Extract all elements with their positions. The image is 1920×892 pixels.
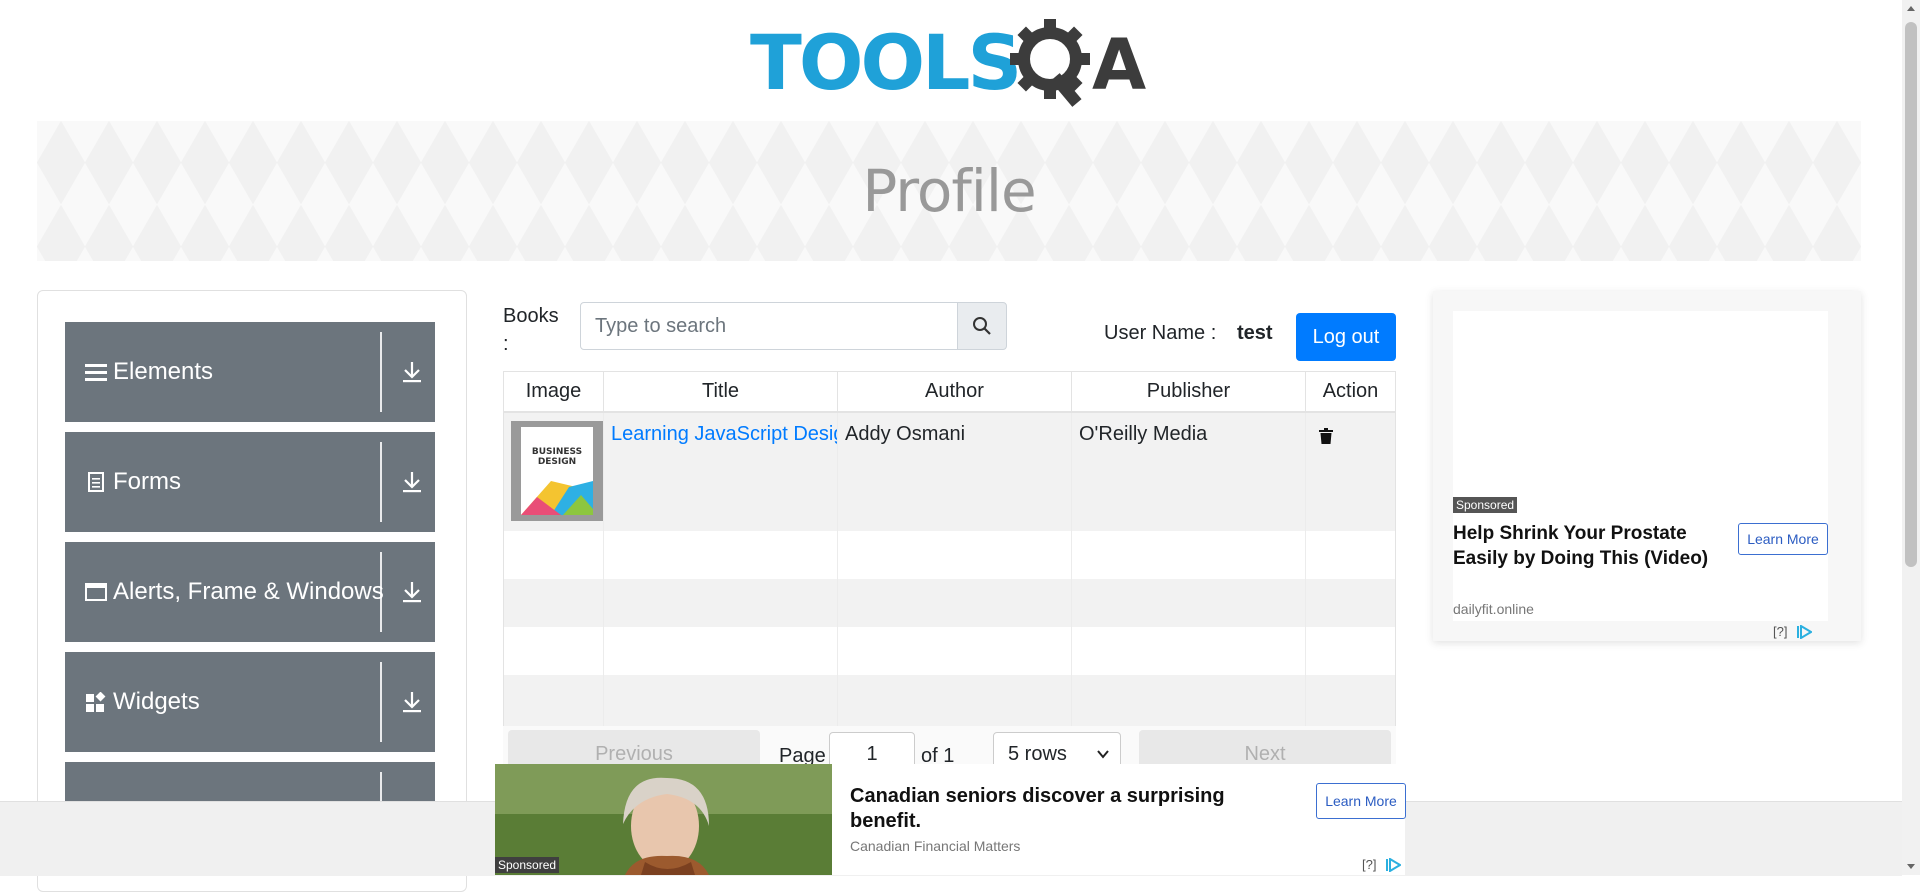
svg-text:A: A: [1092, 24, 1146, 106]
publisher-cell: O'Reilly Media: [1072, 413, 1306, 531]
ad-source: dailyfit.online: [1453, 601, 1534, 617]
cover-text: DESIGN: [538, 457, 576, 467]
scroll-up-arrow-icon[interactable]: [1907, 6, 1915, 11]
title-cell: Learning JavaScript Design Patterns: [604, 413, 838, 531]
menu-group-forms[interactable]: Forms: [65, 432, 435, 532]
books-table: Image Title Author Publisher Action BUSI…: [503, 371, 1396, 731]
ad-title[interactable]: Canadian seniors discover a surprising b…: [850, 784, 1270, 834]
scroll-down-arrow-icon[interactable]: [1907, 864, 1915, 869]
search-box: [580, 302, 1007, 350]
learn-more-button[interactable]: Learn More: [1738, 523, 1828, 555]
page-banner: Profile: [37, 121, 1861, 261]
bottom-advertisement[interactable]: Sponsored Canadian seniors discover a su…: [495, 764, 1406, 875]
divider: [380, 442, 382, 522]
search-button[interactable]: [957, 302, 1007, 350]
divider: [380, 662, 382, 742]
widgets-icon: [85, 691, 107, 713]
table-row: [504, 627, 1395, 675]
rows-select-value: 5 rows: [1008, 743, 1067, 765]
window-icon: [85, 581, 107, 603]
book-title-link[interactable]: Learning JavaScript Design Patterns: [611, 423, 837, 445]
user-name-label: User Name :: [1104, 322, 1217, 344]
menu-group-widgets[interactable]: Widgets: [65, 652, 435, 752]
logout-button[interactable]: Log out: [1296, 313, 1396, 361]
menu-group-label: Widgets: [113, 688, 200, 715]
search-icon: [973, 317, 991, 335]
list-icon: [85, 361, 107, 383]
table-row: BUSINESS DESIGN Learning JavaScript Desi…: [504, 413, 1395, 531]
menu-group-label: Alerts, Frame & Windows: [113, 578, 384, 605]
page-title: Profile: [862, 157, 1036, 225]
ad-choices-info[interactable]: [?]: [1362, 857, 1376, 872]
book-cover-image: BUSINESS DESIGN: [511, 421, 603, 521]
column-header-title[interactable]: Title: [604, 372, 838, 411]
scrollbar-thumb[interactable]: [1905, 22, 1917, 567]
table-row: [504, 579, 1395, 627]
download-arrow-icon[interactable]: [401, 360, 423, 384]
author-cell: Addy Osmani: [838, 413, 1072, 531]
menu-group-label: Elements: [113, 358, 214, 385]
image-cell: BUSINESS DESIGN: [504, 413, 604, 531]
menu-group-alerts[interactable]: Alerts, Frame & Windows: [65, 542, 435, 642]
vertical-scrollbar[interactable]: [1902, 0, 1920, 875]
table-header: Image Title Author Publisher Action: [504, 372, 1395, 413]
ad-image: Sponsored: [495, 764, 832, 875]
ad-content: Sponsored Help Shrink Your Prostate Easi…: [1453, 311, 1828, 639]
column-header-publisher[interactable]: Publisher: [1072, 372, 1306, 411]
menu-group-label: Forms: [113, 468, 181, 495]
column-header-author[interactable]: Author: [838, 372, 1072, 411]
ad-title[interactable]: Help Shrink Your Prostate Easily by Doin…: [1453, 521, 1715, 571]
ad-choices-info[interactable]: [?]: [1773, 624, 1787, 639]
divider: [380, 552, 382, 632]
download-arrow-icon[interactable]: [401, 580, 423, 604]
menu-group-elements[interactable]: Elements: [65, 322, 435, 422]
action-cell: [1306, 413, 1395, 531]
ad-source: Canadian Financial Matters: [850, 838, 1021, 854]
sponsored-tag: Sponsored: [495, 857, 560, 873]
download-arrow-icon[interactable]: [401, 470, 423, 494]
table-row: [504, 675, 1395, 730]
column-header-action[interactable]: Action: [1306, 372, 1395, 411]
divider: [380, 332, 382, 412]
column-header-image[interactable]: Image: [504, 372, 604, 411]
form-icon: [85, 471, 107, 493]
adchoices-icon[interactable]: [1796, 625, 1812, 639]
user-name-value: test: [1237, 322, 1273, 344]
sponsored-tag: Sponsored: [1453, 497, 1518, 513]
adchoices-icon[interactable]: [1385, 858, 1401, 872]
learn-more-button[interactable]: Learn More: [1316, 783, 1406, 819]
toolsqa-logo[interactable]: TOOLS A: [750, 14, 1152, 110]
table-row: [504, 531, 1395, 579]
books-label: Books :: [503, 305, 559, 355]
side-advertisement[interactable]: Sponsored Help Shrink Your Prostate Easi…: [1433, 291, 1861, 641]
cover-text: BUSINESS: [532, 447, 582, 457]
search-input[interactable]: [580, 302, 958, 350]
delete-icon[interactable]: [1319, 427, 1333, 450]
download-arrow-icon[interactable]: [401, 690, 423, 714]
chevron-down-icon: [1097, 750, 1109, 759]
svg-text:TOOLS: TOOLS: [750, 18, 1019, 107]
